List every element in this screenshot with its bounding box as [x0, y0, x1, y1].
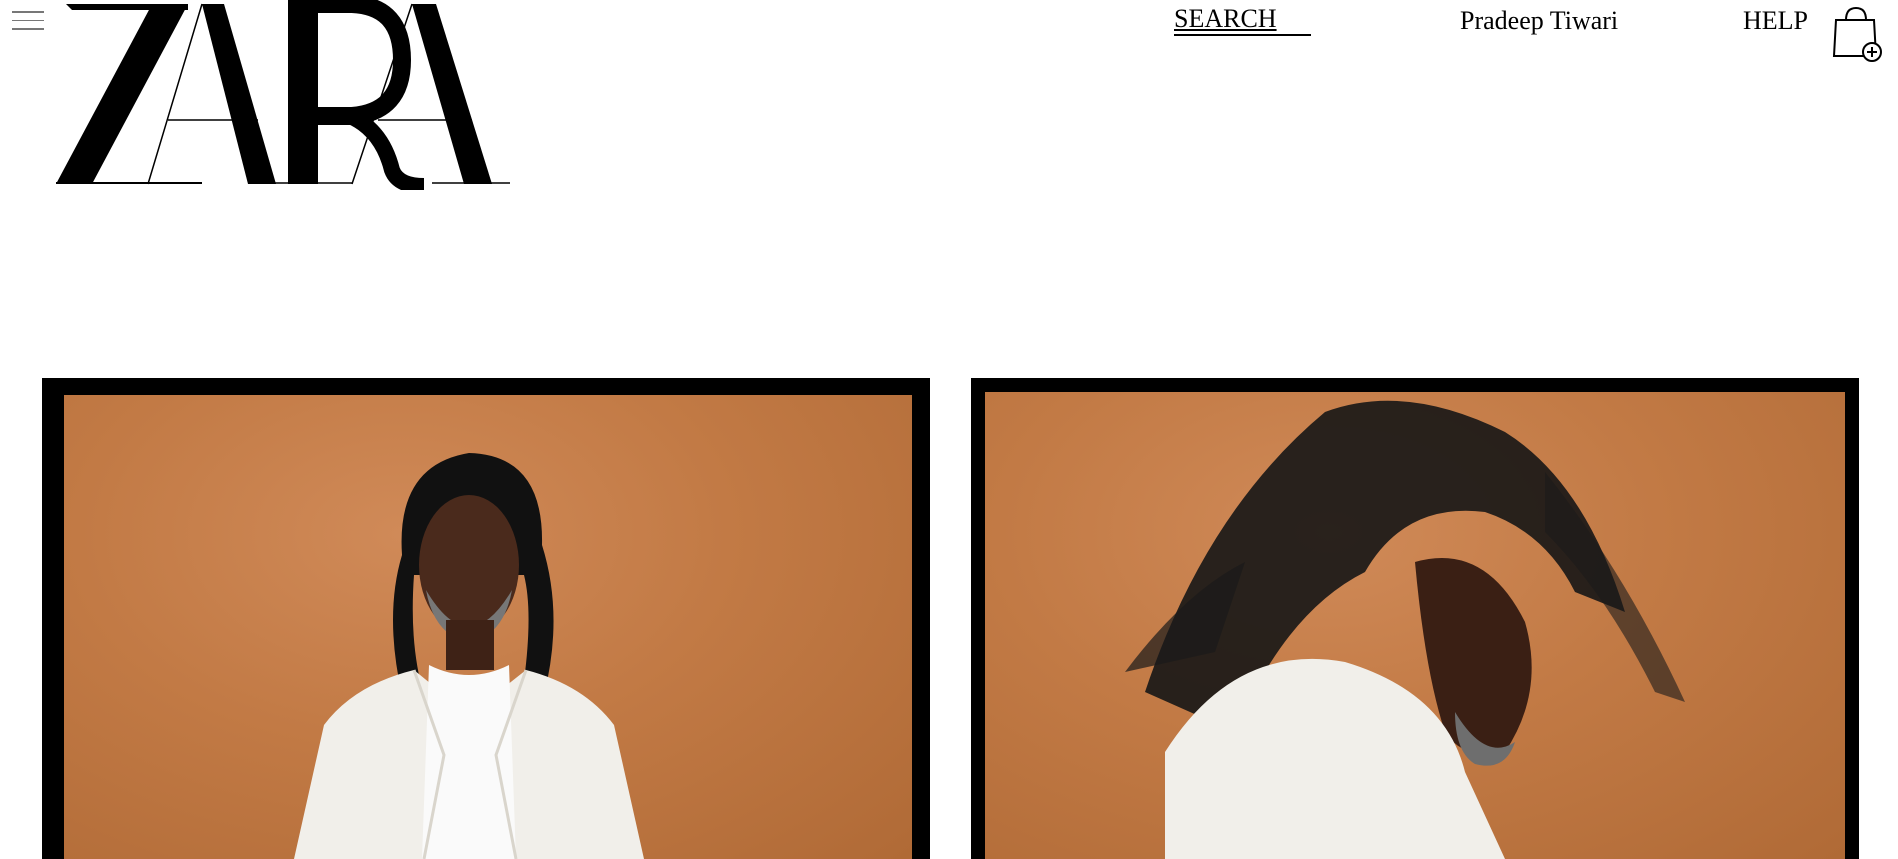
help-link[interactable]: HELP [1743, 6, 1808, 36]
menu-hamburger-icon[interactable] [12, 6, 44, 38]
menu-line [12, 11, 44, 13]
hero-photo-portrait-motion [985, 392, 1845, 859]
shopping-bag-icon[interactable] [1832, 4, 1882, 64]
zara-logo[interactable] [52, 0, 512, 194]
menu-line [12, 28, 44, 30]
search-link[interactable]: SEARCH [1174, 4, 1311, 36]
zara-logo-wordmark [56, 0, 510, 194]
account-user-link[interactable]: Pradeep Tiwari [1460, 6, 1618, 36]
hero-image-left[interactable] [42, 378, 930, 859]
hero-image-right[interactable] [971, 378, 1859, 859]
menu-line [12, 19, 44, 21]
hero-photo-portrait-front [64, 395, 912, 859]
